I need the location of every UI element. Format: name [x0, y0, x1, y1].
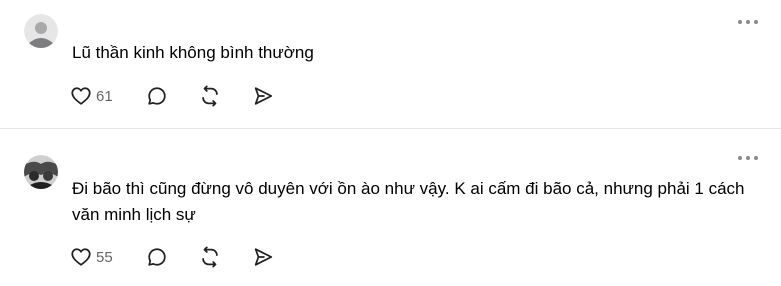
reply-post-2: Đi bão thì cũng đừng vô duyên với ồn ào … — [0, 129, 781, 286]
reply-post-1: Lũ thần kinh không bình thường 61 — [0, 0, 781, 128]
post-text: Lũ thần kinh không bình thường — [72, 43, 314, 62]
comment-icon — [148, 87, 166, 105]
share-button[interactable] — [252, 85, 274, 107]
repost-button[interactable] — [199, 85, 252, 107]
like-count: 55 — [96, 248, 113, 266]
comment-icon — [148, 248, 166, 266]
heart-icon — [71, 248, 91, 266]
more-options-button[interactable] — [737, 17, 759, 27]
reply-button[interactable] — [146, 246, 199, 268]
share-button[interactable] — [252, 246, 274, 268]
more-dots-icon — [738, 20, 742, 24]
reply-button[interactable] — [146, 85, 199, 107]
author-name-clipped — [72, 30, 252, 32]
post-text: Đi bão thì cũng đừng vô duyên với ồn ào … — [72, 179, 745, 224]
repost-icon — [202, 246, 218, 268]
more-dots-icon — [738, 156, 742, 160]
default-avatar-icon — [24, 14, 58, 48]
more-options-button[interactable] — [737, 153, 759, 163]
heart-icon — [71, 87, 91, 105]
author-name-clipped — [72, 165, 232, 167]
send-icon — [254, 87, 273, 105]
send-icon — [254, 248, 273, 266]
action-bar: 61 — [70, 83, 274, 109]
like-button[interactable]: 61 — [70, 85, 146, 107]
like-button[interactable]: 55 — [70, 246, 146, 268]
profile-photo-avatar — [24, 155, 58, 189]
avatar[interactable] — [24, 14, 58, 48]
action-bar: 55 — [70, 244, 274, 270]
avatar[interactable] — [24, 155, 58, 189]
repost-button[interactable] — [199, 246, 252, 268]
repost-icon — [202, 85, 218, 107]
like-count: 61 — [96, 87, 113, 105]
